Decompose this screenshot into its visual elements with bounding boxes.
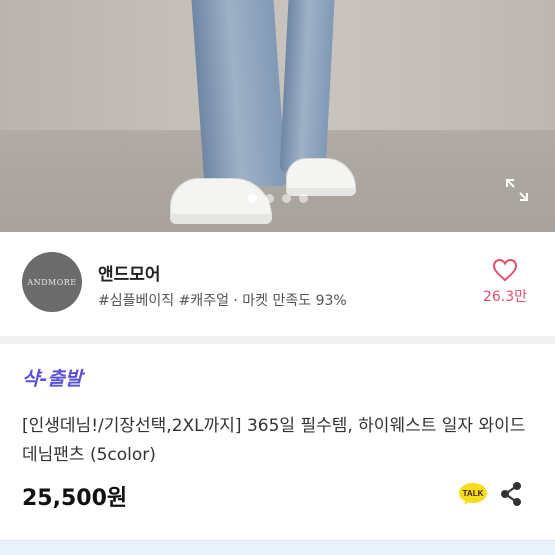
- expand-icon[interactable]: [503, 176, 531, 204]
- like-count: 26.3만: [482, 289, 528, 305]
- carousel-dot[interactable]: [248, 194, 257, 203]
- product-title: [인생데님!/기장선택,2XL까지] 365일 필수템, 하이웨스트 일자 와이…: [22, 416, 526, 465]
- sneaker-left-sole: [170, 214, 272, 224]
- shop-logo-text: ANDMORE: [27, 277, 77, 287]
- heart-icon: [475, 258, 535, 282]
- shop-info[interactable]: ANDMORE 앤드모어 #심플베이직 #캐주얼 · 마켓 만족도 93% 26…: [0, 232, 555, 332]
- talk-label: TALK: [463, 489, 484, 498]
- carousel-dots: [248, 194, 308, 203]
- shipping-badge: 샥-출발: [22, 368, 83, 390]
- jeans-left-leg: [191, 0, 287, 186]
- section-divider: [0, 336, 555, 344]
- kakaotalk-icon[interactable]: TALK: [458, 482, 488, 506]
- carousel-dot[interactable]: [282, 194, 291, 203]
- shop-tags: #심플베이직 #캐주얼 · 마켓 만족도 93%: [98, 293, 347, 309]
- jeans-right-leg: [279, 0, 335, 172]
- like-button[interactable]: 26.3만: [475, 258, 535, 306]
- share-icon[interactable]: [500, 482, 522, 506]
- carousel-dot[interactable]: [299, 194, 308, 203]
- bottom-bar: [0, 540, 555, 555]
- product-price: 25,500원: [22, 486, 128, 511]
- shop-name[interactable]: 앤드모어: [98, 260, 161, 285]
- shop-logo[interactable]: ANDMORE: [22, 252, 82, 312]
- carousel-dot[interactable]: [265, 194, 274, 203]
- product-image[interactable]: [0, 0, 555, 232]
